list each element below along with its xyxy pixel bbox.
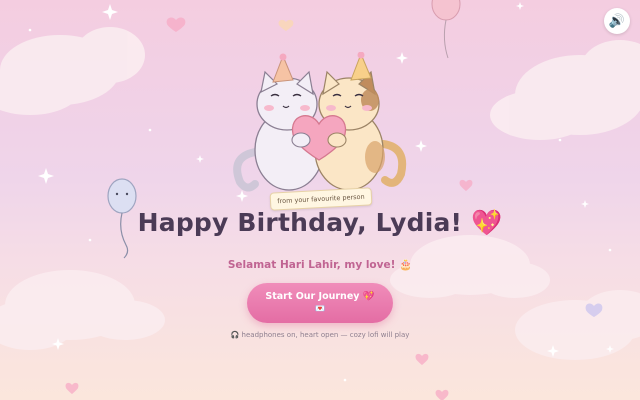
start-journey-button[interactable]: Start Our Journey 💖 💌 [247,283,393,323]
love-letter-icon: 💌 [315,304,325,313]
start-journey-label: Start Our Journey 💖 [265,291,375,302]
speaker-icon: 🔊 [608,13,626,29]
page-subtitle: Selamat Hari Lahir, my love! 🎂 [227,259,413,271]
from-tag-text: from your favourite person [277,192,365,206]
sound-toggle-button[interactable]: 🔊 [604,8,630,34]
cats-hugging-heart-icon [233,51,407,192]
balloon-top-decoration [431,0,461,59]
cloud-decoration [0,27,145,115]
cats-illustration [225,51,415,202]
page-title: Happy Birthday, Lydia! 💖 [137,208,503,237]
headphones-hint: 🎧 headphones on, heart open — cozy lofi … [230,331,410,339]
